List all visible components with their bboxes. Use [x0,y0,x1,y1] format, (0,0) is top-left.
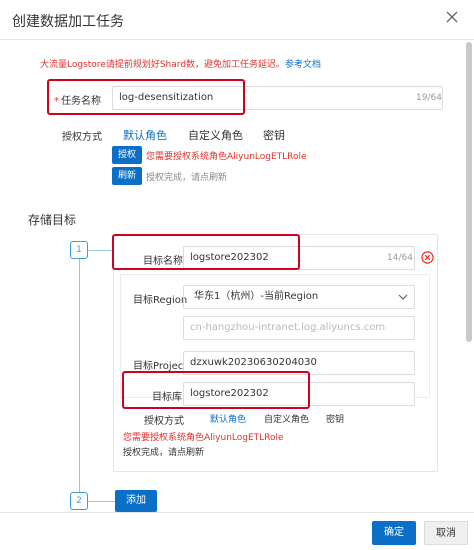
add-target-button[interactable]: 添加 [115,490,157,512]
task-name-value: log-desensitization [119,92,214,103]
target-tab-custom-role[interactable]: 自定义角色 [264,412,309,425]
tab-access-key[interactable]: 密钥 [263,127,285,143]
logstore-label: 目标库 [152,392,182,403]
step-2-marker: 2 [70,492,88,510]
dialog-title: 创建数据加工任务 [12,14,124,30]
authorize-note: 您需要授权系统角色AliyunLogETLRole [146,152,307,162]
target-tab-default-role[interactable]: 默认角色 [210,412,246,425]
target-name-label: 目标名称 [143,256,183,267]
tab-custom-role[interactable]: 自定义角色 [188,127,243,143]
shard-warning: 大流量Logstore请提前规划好Shard数，避免加工任务延迟。参考文档 [40,57,321,70]
endpoint-value: cn-hangzhou-intranet.log.aliyuncs.com [190,322,386,333]
region-label: 目标Region [133,295,188,306]
warning-text: 大流量Logstore请提前规划好Shard数，避免加工任务延迟。 [40,60,286,70]
endpoint-input: cn-hangzhou-intranet.log.aliyuncs.com [183,316,415,340]
step2-connector [88,501,115,502]
task-name-input[interactable]: log-desensitization [112,86,443,110]
task-name-label: * 任务名称 [54,96,101,107]
project-value: dzxuwk20230630204030 [190,357,317,368]
task-name-counter: 19/64 [416,93,442,103]
target-name-input[interactable]: logstore202302 [183,246,415,270]
refresh-button[interactable]: 刷新 [112,167,142,185]
dialog-header: 创建数据加工任务 [0,0,474,40]
close-icon[interactable] [445,10,459,24]
target-name-counter: 14/64 [387,253,413,263]
target-tab-access-key[interactable]: 密钥 [326,412,344,425]
region-selected-value: 华东1（杭州）-当前Region [194,291,319,302]
target-auth-done-note: 授权完成，请点刷新 [123,448,205,458]
project-input[interactable]: dzxuwk20230630204030 [183,351,415,375]
target-auth-note: 您需要授权系统角色AliyunLogETLRole [123,433,284,443]
chevron-down-icon [398,294,408,300]
logstore-input[interactable]: logstore202302 [183,382,415,406]
confirm-button[interactable]: 确定 [372,521,416,545]
step-1-marker: 1 [70,241,88,259]
authorize-button[interactable]: 授权 [112,146,142,164]
remove-target-icon[interactable] [421,251,434,264]
auth-method-label: 授权方式 [62,132,102,143]
reference-doc-link[interactable]: 参考文档 [285,60,321,70]
create-data-transform-dialog: 创建数据加工任务 大流量Logstore请提前规划好Shard数，避免加工任务延… [0,0,474,550]
logstore-value: logstore202302 [190,388,269,399]
scrollbar[interactable] [466,42,472,342]
step-connector [79,258,80,492]
refresh-note: 授权完成，请点刷新 [146,173,228,183]
storage-target-title: 存储目标 [28,213,77,227]
step1-connector [88,250,113,251]
region-select[interactable]: 华东1（杭州）-当前Region [183,285,415,309]
target-auth-label: 授权方式 [144,416,184,427]
required-asterisk: * [54,96,59,107]
target-name-value: logstore202302 [190,252,269,263]
tab-default-role[interactable]: 默认角色 [123,127,167,143]
project-label: 目标Project [133,361,188,372]
cancel-button[interactable]: 取消 [424,521,468,545]
